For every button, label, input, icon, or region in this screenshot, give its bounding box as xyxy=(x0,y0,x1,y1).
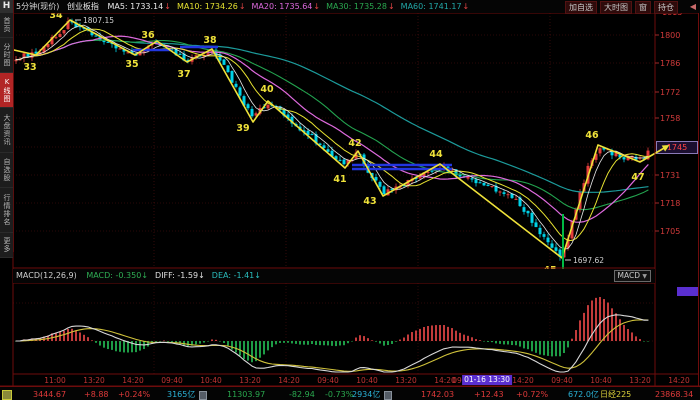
ma-legend-item: MA10: 1734.26↓ xyxy=(177,2,246,11)
quote-23868.34: 23868.34 xyxy=(655,389,693,400)
ma-label: MA5: 1733.14 xyxy=(107,2,163,11)
quote-+0.24%: +0.24% xyxy=(118,389,150,400)
back-arrow-icon[interactable]: ◀ xyxy=(690,1,696,12)
ma-legend: MA5: 1733.14↓MA10: 1734.26↓MA20: 1735.64… xyxy=(101,2,469,11)
down-arrow-icon: ↓ xyxy=(388,2,395,11)
wave-label-33: 33 xyxy=(23,62,36,73)
topbar-button-大时图[interactable]: 大时图 xyxy=(600,1,632,14)
ma-label: MA60: 1741.17 xyxy=(401,2,462,11)
macd-header-item: DIFF: -1.59↓ xyxy=(155,271,205,280)
quote--82.94: -82.94 xyxy=(289,389,315,400)
ma-label: MA10: 1734.26 xyxy=(177,2,238,11)
wave-label-44: 44 xyxy=(429,149,443,160)
ma-label: MA30: 1735.28 xyxy=(326,2,387,11)
down-arrow-icon: ↓ xyxy=(463,2,470,11)
topbar-button-持仓[interactable]: 持仓 xyxy=(654,1,678,14)
volume-tag-icon xyxy=(384,391,392,400)
macd-header-item: DEA: -1.41↓ xyxy=(212,271,261,280)
quote--0.73%: -0.73% xyxy=(325,389,353,400)
wave-label-40: 40 xyxy=(260,84,274,95)
quote-11303.97: 11303.97 xyxy=(227,389,265,400)
sidebar-item-行情排名[interactable]: 行情排名 xyxy=(0,188,13,233)
topbar-button-窗[interactable]: 窗 xyxy=(635,1,651,14)
macd-axis-marker xyxy=(677,287,698,296)
macd-values: MACD: -0.350↓ DIFF: -1.59↓ DEA: -1.41↓ xyxy=(79,271,261,280)
sidebar-item-首页[interactable]: 首页 xyxy=(0,13,13,38)
macd-value: DIFF: -1.59↓ xyxy=(155,271,205,280)
volume-tag-icon xyxy=(199,391,207,400)
down-arrow-icon: ↓ xyxy=(239,2,246,11)
ma-label: MA20: 1735.64 xyxy=(252,2,313,11)
wave-label-47: 47 xyxy=(631,172,644,183)
sidebar-item-分时图[interactable]: 分时图 xyxy=(0,38,13,73)
wave-label-41: 41 xyxy=(333,174,346,185)
wave-label-37: 37 xyxy=(177,69,190,80)
wave-label-42: 42 xyxy=(348,138,361,149)
symbol-name: 创业板指 xyxy=(67,2,99,11)
period-label[interactable]: 5分钟(现价) xyxy=(16,2,59,11)
macd-value: DEA: -1.41↓ xyxy=(212,271,261,280)
sidebar-items: 首页分时图K线图大盘资讯自选股行情排名更多 xyxy=(0,13,13,258)
sidebar-item-K线图[interactable]: K线图 xyxy=(0,73,13,108)
ma-legend-item: MA30: 1735.28↓ xyxy=(326,2,395,11)
market-status-bar[interactable]: 3444.67 +8.88 +0.24% 3165亿 11303.97 -82.94 -0.… xyxy=(0,386,700,400)
market-icon xyxy=(2,390,12,400)
price-tag: 1807.15 xyxy=(83,16,114,25)
quote-3165亿: 3165亿 xyxy=(167,389,195,400)
wave-label-38: 38 xyxy=(203,35,217,46)
topbar-button-加自选[interactable]: 加自选 xyxy=(565,1,597,14)
sidebar-item-大盘资讯[interactable]: 大盘资讯 xyxy=(0,108,13,153)
quote-672.0亿: 672.0亿 xyxy=(568,389,599,400)
quote-日经225: 日经225 xyxy=(600,389,631,400)
chart-header: 5分钟(现价) 创业板指 MA5: 1733.14↓MA10: 1734.26↓… xyxy=(13,0,700,13)
quote-+12.43: +12.43 xyxy=(474,389,504,400)
trading-app-window: 3334353637383940414243444546471807.15169… xyxy=(0,0,700,400)
sidebar: H 首页分时图K线图大盘资讯自选股行情排名更多 xyxy=(0,0,14,252)
down-arrow-icon: ↓ xyxy=(164,2,171,11)
sidebar-item-自选股[interactable]: 自选股 xyxy=(0,153,13,188)
price-tag: 1697.62 xyxy=(573,256,604,265)
macd-header-item: MACD: -0.350↓ xyxy=(86,271,148,280)
quote-3444.67: 3444.67 xyxy=(33,389,66,400)
quote-+0.72%: +0.72% xyxy=(516,389,548,400)
quote-+8.88: +8.88 xyxy=(84,389,109,400)
wave-label-39: 39 xyxy=(236,123,249,134)
wave-label-46: 46 xyxy=(585,130,599,141)
sidebar-item-更多[interactable]: 更多 xyxy=(0,233,13,258)
indicator-selector-label: MACD xyxy=(618,271,640,280)
chevron-down-icon: ▼ xyxy=(642,273,647,280)
indicator-selector-button[interactable]: MACD ▼ xyxy=(614,270,652,282)
wave-label-43: 43 xyxy=(363,196,376,207)
app-logo[interactable]: H xyxy=(0,0,13,13)
topbar-buttons: 加自选大时图窗持仓 xyxy=(562,0,678,14)
crosshair-date-badge: 01-16 13:30 xyxy=(462,375,512,385)
chart-canvas[interactable]: 3334353637383940414243444546471807.15169… xyxy=(0,0,700,400)
quote-1742.03: 1742.03 xyxy=(421,389,454,400)
down-arrow-icon: ↓ xyxy=(313,2,320,11)
ma-legend-item: MA20: 1735.64↓ xyxy=(252,2,321,11)
ma-legend-item: MA5: 1733.14↓ xyxy=(107,2,171,11)
macd-header: MACD(12,26,9) MACD: -0.350↓ DIFF: -1.59↓ D… xyxy=(13,269,655,283)
wave-label-36: 36 xyxy=(141,30,155,41)
wave-label-35: 35 xyxy=(125,59,138,70)
quote-2934亿: 2934亿 xyxy=(352,389,380,400)
macd-value: MACD: -0.350↓ xyxy=(86,271,148,280)
ma-legend-item: MA60: 1741.17↓ xyxy=(401,2,470,11)
macd-indicator-name: MACD(12,26,9) xyxy=(16,271,77,280)
